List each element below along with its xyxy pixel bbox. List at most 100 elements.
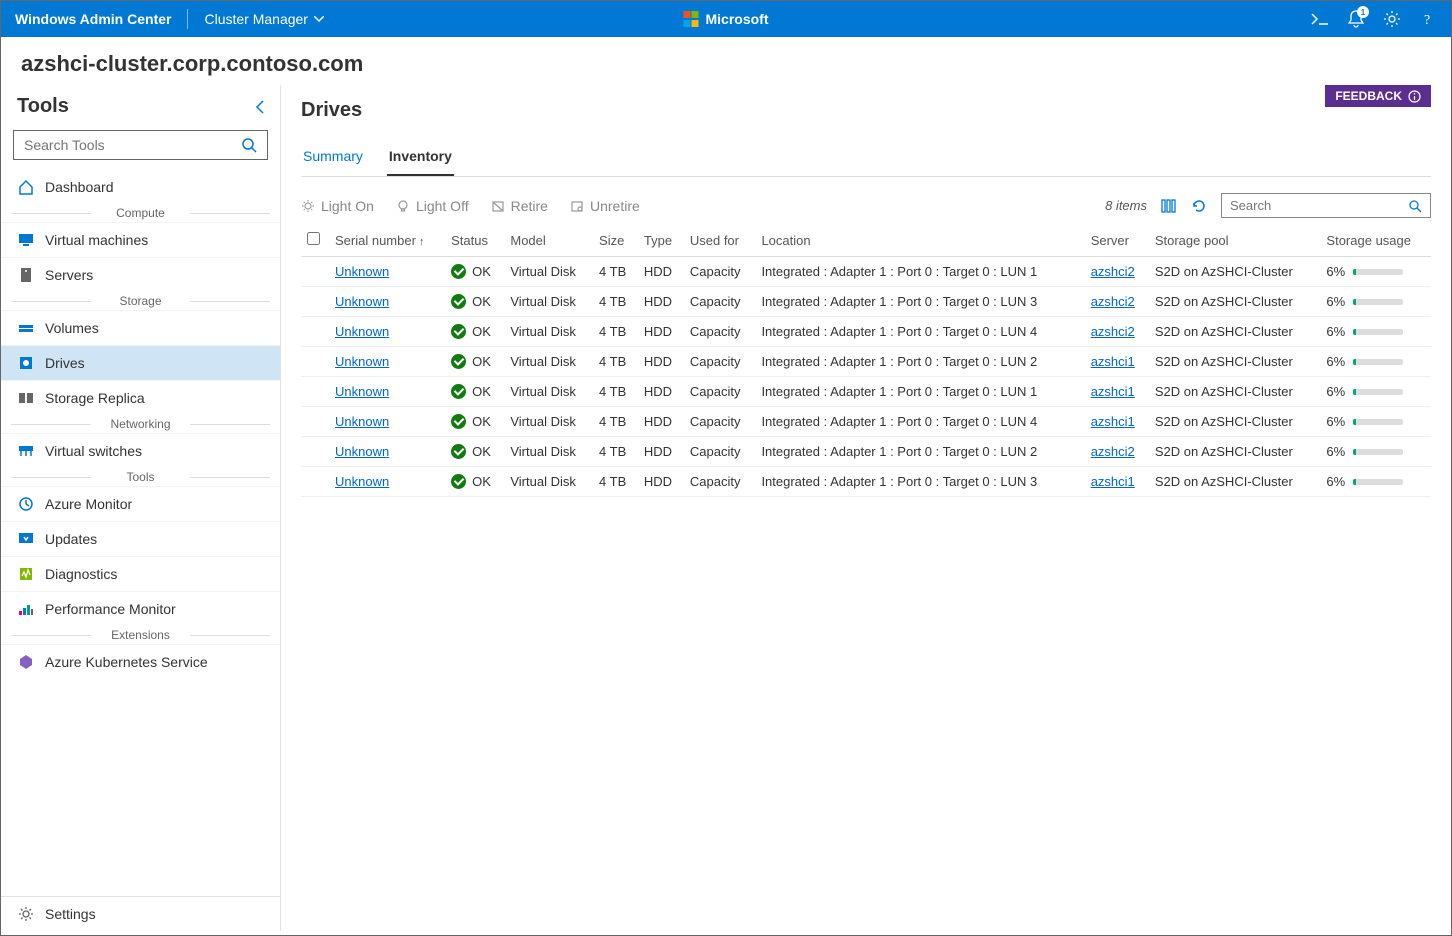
drives-table: Serial number Status Model Size Type Use… xyxy=(301,224,1431,497)
table-search[interactable] xyxy=(1221,193,1431,218)
light-on-button[interactable]: Light On xyxy=(301,198,374,214)
sidebar-item-volumes[interactable]: Volumes xyxy=(1,310,280,345)
row-checkbox-cell[interactable] xyxy=(301,407,329,437)
col-usedfor[interactable]: Used for xyxy=(684,224,756,257)
table-row[interactable]: Unknown OK Virtual Disk 4 TB HDD Capacit… xyxy=(301,407,1431,437)
col-status[interactable]: Status xyxy=(445,224,504,257)
server-link[interactable]: azshci1 xyxy=(1091,474,1135,489)
performance-monitor-icon xyxy=(17,600,35,618)
refresh-icon[interactable] xyxy=(1191,198,1207,214)
col-serial[interactable]: Serial number xyxy=(329,224,445,257)
header-divider xyxy=(187,9,188,29)
sidebar-item-updates[interactable]: Updates xyxy=(1,521,280,556)
light-off-button[interactable]: Light Off xyxy=(396,198,469,214)
row-checkbox-cell[interactable] xyxy=(301,467,329,497)
status-text: OK xyxy=(472,414,491,429)
help-icon[interactable]: ? xyxy=(1419,10,1437,28)
settings-icon[interactable] xyxy=(1383,10,1401,28)
section-tools: Tools xyxy=(1,468,280,486)
serial-link[interactable]: Unknown xyxy=(335,294,389,309)
sidebar-footer: Settings xyxy=(1,896,280,931)
server-link[interactable]: azshci1 xyxy=(1091,414,1135,429)
sidebar-item-servers[interactable]: Servers xyxy=(1,257,280,292)
sidebar-search[interactable] xyxy=(13,130,268,160)
table-row[interactable]: Unknown OK Virtual Disk 4 TB HDD Capacit… xyxy=(301,467,1431,497)
status-cell: OK xyxy=(451,324,498,339)
col-size[interactable]: Size xyxy=(593,224,638,257)
row-checkbox-cell[interactable] xyxy=(301,257,329,287)
size-cell: 4 TB xyxy=(593,287,638,317)
columns-icon[interactable] xyxy=(1161,199,1177,213)
serial-link[interactable]: Unknown xyxy=(335,324,389,339)
tab-inventory[interactable]: Inventory xyxy=(387,140,454,176)
table-row[interactable]: Unknown OK Virtual Disk 4 TB HDD Capacit… xyxy=(301,257,1431,287)
server-link[interactable]: azshci1 xyxy=(1091,354,1135,369)
table-row[interactable]: Unknown OK Virtual Disk 4 TB HDD Capacit… xyxy=(301,437,1431,467)
row-checkbox-cell[interactable] xyxy=(301,317,329,347)
row-checkbox-cell[interactable] xyxy=(301,287,329,317)
col-type[interactable]: Type xyxy=(638,224,684,257)
azure-monitor-icon xyxy=(17,495,35,513)
table-row[interactable]: Unknown OK Virtual Disk 4 TB HDD Capacit… xyxy=(301,377,1431,407)
sidebar-search-input[interactable] xyxy=(24,137,241,153)
serial-link[interactable]: Unknown xyxy=(335,354,389,369)
location-cell: Integrated : Adapter 1 : Port 0 : Target… xyxy=(755,287,1084,317)
col-location[interactable]: Location xyxy=(755,224,1084,257)
table-search-input[interactable] xyxy=(1230,198,1408,213)
sidebar-item-dashboard[interactable]: Dashboard xyxy=(1,170,280,204)
serial-link[interactable]: Unknown xyxy=(335,444,389,459)
unretire-button[interactable]: Unretire xyxy=(570,198,640,214)
ok-icon xyxy=(451,294,466,309)
feedback-button[interactable]: FEEDBACK xyxy=(1325,85,1431,107)
sidebar-item-azure-monitor[interactable]: Azure Monitor xyxy=(1,486,280,521)
app-title[interactable]: Windows Admin Center xyxy=(15,11,171,27)
context-selector[interactable]: Cluster Manager xyxy=(204,11,324,27)
ok-icon xyxy=(451,474,466,489)
server-link[interactable]: azshci1 xyxy=(1091,384,1135,399)
sidebar-item-storage-replica[interactable]: Storage Replica xyxy=(1,380,280,415)
serial-link[interactable]: Unknown xyxy=(335,264,389,279)
table-row[interactable]: Unknown OK Virtual Disk 4 TB HDD Capacit… xyxy=(301,347,1431,377)
sidebar-item-virtual-machines[interactable]: Virtual machines xyxy=(1,222,280,257)
status-cell: OK xyxy=(451,294,498,309)
status-text: OK xyxy=(472,474,491,489)
sidebar-item-performance-monitor[interactable]: Performance Monitor xyxy=(1,591,280,626)
notifications-icon[interactable]: 1 xyxy=(1347,10,1365,28)
col-server[interactable]: Server xyxy=(1085,224,1149,257)
console-icon[interactable] xyxy=(1311,10,1329,28)
sidebar-item-azure-kubernetes-service[interactable]: Azure Kubernetes Service xyxy=(1,644,280,679)
table-row[interactable]: Unknown OK Virtual Disk 4 TB HDD Capacit… xyxy=(301,317,1431,347)
toolbar-right: 8 items xyxy=(1105,193,1431,218)
server-link[interactable]: azshci2 xyxy=(1091,294,1135,309)
row-checkbox-cell[interactable] xyxy=(301,437,329,467)
section-storage: Storage xyxy=(1,292,280,310)
usage-pct: 6% xyxy=(1326,414,1345,429)
sidebar-item-label: Performance Monitor xyxy=(45,601,176,617)
collapse-sidebar-icon[interactable] xyxy=(255,100,264,114)
col-usage[interactable]: Storage usage xyxy=(1320,224,1431,257)
model-cell: Virtual Disk xyxy=(504,437,593,467)
serial-link[interactable]: Unknown xyxy=(335,414,389,429)
select-all[interactable] xyxy=(301,224,329,257)
row-checkbox-cell[interactable] xyxy=(301,347,329,377)
info-icon xyxy=(1408,90,1421,103)
table-row[interactable]: Unknown OK Virtual Disk 4 TB HDD Capacit… xyxy=(301,287,1431,317)
server-link[interactable]: azshci2 xyxy=(1091,324,1135,339)
sidebar-item-drives[interactable]: Drives xyxy=(1,345,280,380)
row-checkbox-cell[interactable] xyxy=(301,377,329,407)
gear-icon xyxy=(17,905,35,923)
server-link[interactable]: azshci2 xyxy=(1091,264,1135,279)
sidebar-item-virtual-switches[interactable]: Virtual switches xyxy=(1,433,280,468)
col-pool[interactable]: Storage pool xyxy=(1149,224,1321,257)
select-all-checkbox[interactable] xyxy=(307,232,320,245)
tab-summary[interactable]: Summary xyxy=(301,140,365,176)
server-link[interactable]: azshci2 xyxy=(1091,444,1135,459)
sidebar-item-diagnostics[interactable]: Diagnostics xyxy=(1,556,280,591)
sidebar-item-label: Diagnostics xyxy=(45,566,117,582)
retire-button[interactable]: Retire xyxy=(491,198,548,214)
serial-link[interactable]: Unknown xyxy=(335,384,389,399)
type-cell: HDD xyxy=(638,347,684,377)
serial-link[interactable]: Unknown xyxy=(335,474,389,489)
col-model[interactable]: Model xyxy=(504,224,593,257)
sidebar-item-settings[interactable]: Settings xyxy=(1,897,280,931)
